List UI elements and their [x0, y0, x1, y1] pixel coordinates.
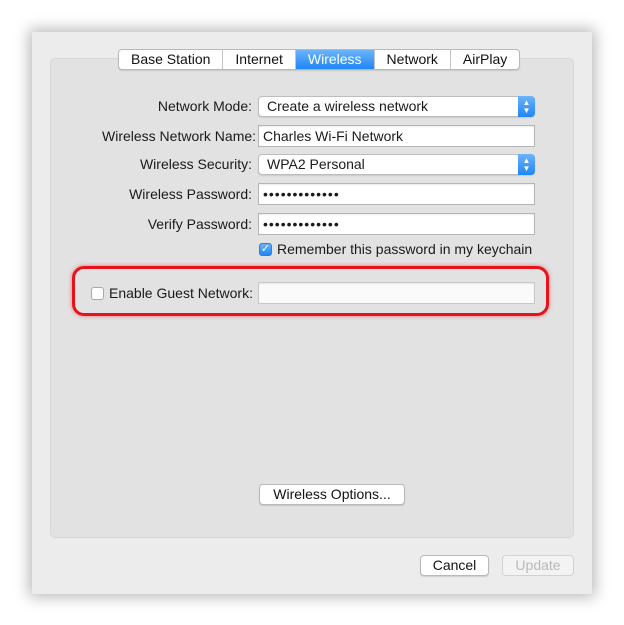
security-label: Wireless Security:: [139, 156, 252, 172]
tab-internet[interactable]: Internet: [223, 50, 296, 69]
chevron-updown-icon: ▲ ▼: [518, 96, 535, 117]
security-popup[interactable]: WPA2 Personal ▲ ▼: [258, 154, 535, 175]
guest-network-field[interactable]: [258, 282, 535, 304]
verify-password-field[interactable]: •••••••••••••: [258, 213, 535, 235]
password-label: Wireless Password:: [129, 186, 252, 202]
network-name-value: Charles Wi-Fi Network: [263, 128, 404, 144]
verify-password-label: Verify Password:: [147, 216, 252, 232]
remember-password-checkbox[interactable]: ✓: [259, 243, 272, 256]
tab-airplay[interactable]: AirPlay: [451, 50, 519, 69]
tab-bar: Base Station Internet Wireless Network A…: [118, 49, 521, 70]
wireless-options-button[interactable]: Wireless Options...: [259, 484, 405, 505]
security-value: WPA2 Personal: [267, 156, 365, 172]
tab-base-station[interactable]: Base Station: [119, 50, 224, 69]
password-field[interactable]: •••••••••••••: [258, 183, 535, 205]
tab-wireless[interactable]: Wireless: [295, 50, 375, 69]
verify-password-value: •••••••••••••: [263, 216, 340, 232]
network-name-field[interactable]: Charles Wi-Fi Network: [258, 125, 535, 147]
network-mode-popup[interactable]: Create a wireless network ▲ ▼: [258, 96, 535, 117]
network-name-label: Wireless Network Name:: [102, 128, 257, 144]
cancel-button[interactable]: Cancel: [420, 555, 489, 576]
tab-network[interactable]: Network: [375, 50, 451, 69]
guest-network-checkbox[interactable]: [91, 287, 104, 300]
remember-password-label: Remember this password in my keychain: [277, 241, 533, 257]
chevron-updown-icon: ▲ ▼: [518, 154, 535, 175]
network-mode-value: Create a wireless network: [267, 98, 429, 114]
guest-network-label: Enable Guest Network:: [109, 285, 253, 301]
update-button[interactable]: Update: [502, 555, 574, 576]
network-mode-label: Network Mode:: [157, 98, 252, 114]
password-value: •••••••••••••: [263, 186, 340, 202]
